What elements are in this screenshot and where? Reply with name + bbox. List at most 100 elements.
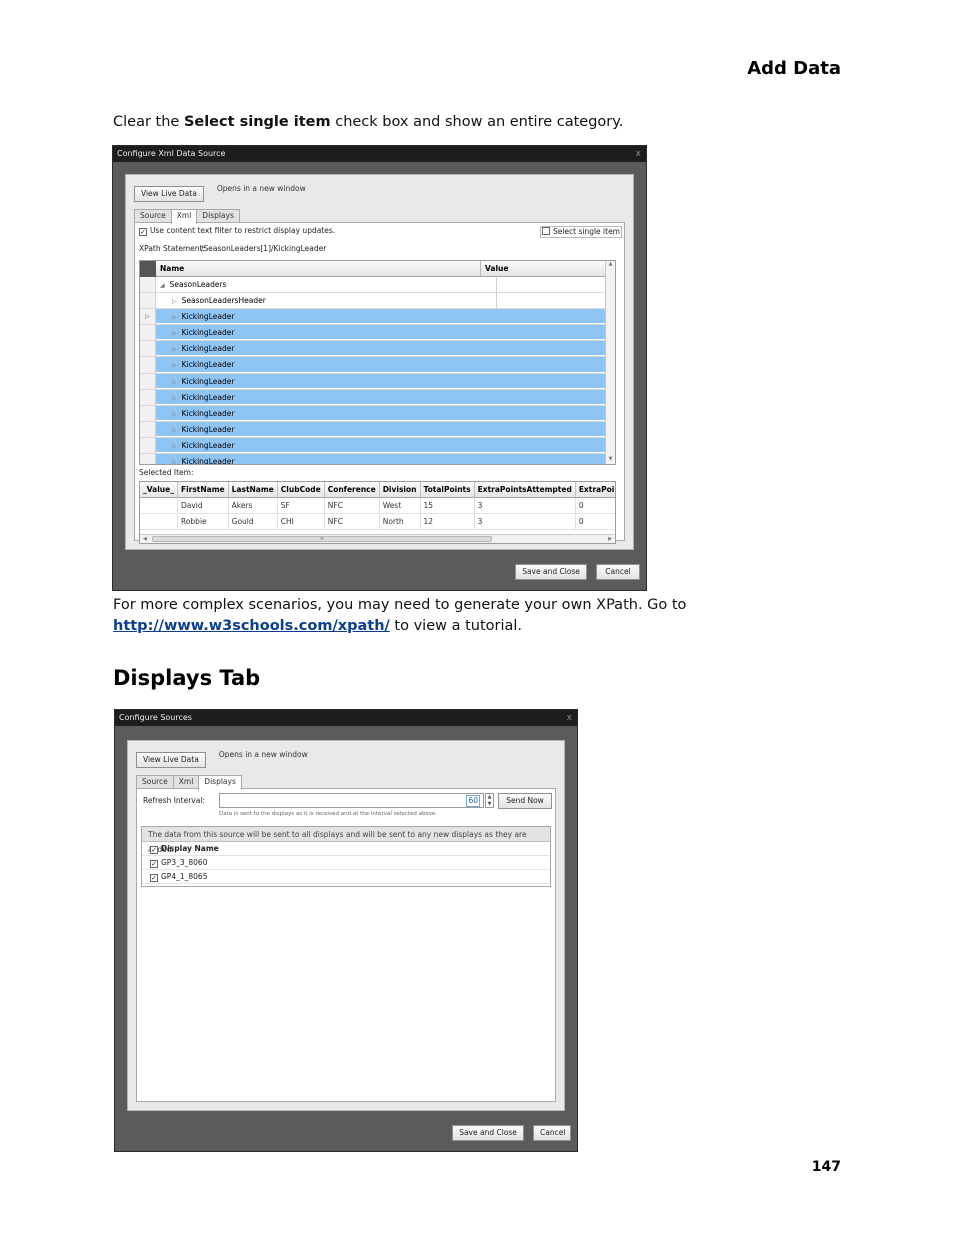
expand-right-icon[interactable]: ▷ (172, 443, 177, 450)
scroll-up-icon[interactable]: ▲ (606, 261, 615, 267)
expand-right-icon[interactable]: ▷ (172, 395, 177, 402)
view-live-data-button[interactable]: View Live Data (134, 186, 204, 202)
spin-down-icon[interactable]: ▼ (486, 801, 493, 808)
tree-row[interactable]: ▷ KickingLeader (140, 389, 605, 406)
refresh-interval-spinner[interactable]: ▲ ▼ (485, 793, 494, 808)
select-single-label: Select single item (552, 227, 620, 236)
display-name: GP4_1_8065 (161, 872, 208, 881)
tree-row[interactable]: ▷ KickingLeader (140, 373, 605, 390)
expand-right-icon[interactable]: ▷ (172, 411, 177, 418)
tree-row[interactable]: ▷ KickingLeader (140, 357, 605, 374)
expand-right-icon[interactable]: ▷ (172, 459, 177, 464)
table-row[interactable]: RobbieGouldCHINFCNorth12303 (140, 513, 615, 530)
tree-rows: ◢ SeasonLeaders ▷ SeasonLeadersHeader ▷ ▷ Kick… (140, 277, 605, 464)
expand-right-icon[interactable]: ▷ (172, 362, 177, 369)
expand-right-icon[interactable]: ▷ (172, 298, 177, 305)
close-icon[interactable]: x (567, 710, 572, 726)
expand-right-icon[interactable]: ▷ (172, 330, 177, 337)
row-selector[interactable] (140, 373, 156, 389)
grid-column-header[interactable]: _Value_ (140, 482, 178, 498)
tree-value-cell (496, 422, 615, 436)
view-live-data-button[interactable]: View Live Data (136, 752, 206, 768)
tree-row[interactable]: ▷ KickingLeader (140, 454, 605, 464)
grid-column-header[interactable]: Division (379, 482, 421, 498)
cancel-button[interactable]: Cancel (596, 564, 640, 580)
row-selector[interactable] (140, 454, 156, 464)
grid-horizontal-scrollbar[interactable]: ◀ ≡ ▶ (140, 534, 615, 543)
row-selector[interactable] (140, 325, 156, 341)
w3schools-link[interactable]: http://www.w3schools.com/xpath/ (113, 618, 390, 634)
row-selector[interactable] (140, 277, 156, 293)
opens-new-window-note: Opens in a new window (218, 750, 308, 759)
tab-displays[interactable]: Displays (196, 209, 240, 223)
tree-value-cell (496, 374, 615, 388)
tree-row[interactable]: ▷ ▷ KickingLeader (140, 309, 605, 326)
tree-row[interactable]: ▷ KickingLeader (140, 325, 605, 342)
row-selector[interactable] (140, 405, 156, 421)
use-filter-checkbox[interactable]: ✓ (139, 228, 147, 236)
tree-row[interactable]: ▷ KickingLeader (140, 437, 605, 455)
save-and-close-button[interactable]: Save and Close (452, 1125, 524, 1141)
grid-column-header[interactable]: Conference (324, 482, 380, 498)
tab-displays[interactable]: Displays (198, 775, 242, 790)
tab-source[interactable]: Source (136, 775, 174, 789)
scroll-right-icon[interactable]: ▶ (608, 536, 612, 542)
display-checkbox[interactable]: ✓ (150, 860, 158, 868)
grid-column-header[interactable]: TotalPoints (420, 482, 475, 498)
list-item[interactable]: ✓ GP4_1_8065 (142, 870, 550, 884)
spin-up-icon[interactable]: ▲ (486, 794, 493, 801)
expand-right-icon[interactable]: ▷ (172, 379, 177, 386)
scroll-left-icon[interactable]: ◀ (143, 536, 147, 542)
grid-column-header[interactable]: FirstName (177, 482, 229, 498)
table-cell (140, 497, 178, 514)
tree-row-content: ▷ KickingLeader (156, 437, 605, 454)
select-single-checkbox[interactable] (541, 227, 550, 235)
tab-xml[interactable]: Xml (170, 209, 198, 224)
tab-xml[interactable]: Xml (172, 775, 200, 789)
list-item[interactable]: ✓ GP3_3_8060 (142, 856, 550, 870)
grid-column-header[interactable]: ClubCode (277, 482, 325, 498)
expand-right-icon[interactable]: ▷ (172, 427, 177, 434)
close-icon[interactable]: x (636, 146, 641, 162)
tree-row[interactable]: ▷ KickingLeader (140, 421, 605, 438)
row-selector[interactable] (140, 341, 156, 357)
send-now-button[interactable]: Send Now (498, 793, 552, 809)
tree-row[interactable]: ▷ SeasonLeadersHeader (140, 293, 605, 310)
expand-right-icon[interactable]: ▷ (172, 314, 177, 321)
scroll-down-icon[interactable]: ▼ (606, 456, 615, 462)
tree-row[interactable]: ▷ KickingLeader (140, 341, 605, 358)
tree-row[interactable]: ▷ KickingLeader (140, 405, 605, 422)
row-selector[interactable]: ▷ (140, 309, 156, 325)
tree-value-cell (496, 325, 615, 339)
grid-column-header[interactable]: ExtraPointsBlocked (575, 482, 615, 498)
tree-row-content: ▷ KickingLeader (156, 389, 605, 405)
dialog-body: View Live Data Opens in a new window Sou… (125, 174, 634, 550)
row-selector[interactable] (140, 293, 156, 309)
scroll-thumb[interactable]: ≡ (152, 536, 492, 542)
cancel-button[interactable]: Cancel (533, 1125, 571, 1141)
expand-down-icon[interactable]: ◢ (160, 282, 165, 289)
expand-right-icon[interactable]: ▷ (172, 346, 177, 353)
display-list: ✓ GP3_3_8060 ✓ GP4_1_8065 (142, 856, 550, 884)
display-checkbox[interactable]: ✓ (150, 874, 158, 882)
configure-sources-dialog: Configure Sources x View Live Data Opens… (114, 709, 578, 1152)
select-all-checkbox[interactable]: ✓ (150, 846, 158, 854)
grid-column-header[interactable]: ExtraPointsAttempted (474, 482, 576, 498)
row-selector[interactable] (140, 389, 156, 405)
table-row[interactable]: DavidAkersSFNFCWest15303 (140, 497, 615, 514)
tree-value-cell (496, 341, 615, 355)
xpath-input[interactable]: /SeasonLeaders[1]/KickingLeader (199, 243, 620, 255)
refresh-interval-input[interactable]: 60 (219, 793, 484, 808)
tree-vertical-scrollbar[interactable]: ▲ ▼ (605, 261, 615, 464)
save-and-close-button[interactable]: Save and Close (515, 564, 587, 580)
tree-col-name: Name (160, 264, 185, 273)
displays-group-note: The data from this source will be sent t… (142, 827, 550, 854)
row-selector[interactable] (140, 437, 156, 454)
selected-item-table: _Value_ FirstName LastName ClubCode Conferen… (140, 482, 615, 530)
select-single-row: Select single item (539, 226, 622, 238)
tree-row[interactable]: ◢ SeasonLeaders (140, 277, 605, 294)
row-selector[interactable] (140, 357, 156, 373)
row-selector[interactable] (140, 421, 156, 437)
tab-source[interactable]: Source (134, 209, 172, 223)
grid-column-header[interactable]: LastName (228, 482, 278, 498)
